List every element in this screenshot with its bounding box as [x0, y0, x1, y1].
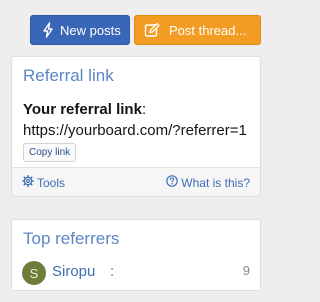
tools-link[interactable]: Tools — [22, 175, 65, 190]
bolt-icon — [42, 22, 54, 38]
question-circle-icon — [166, 175, 181, 190]
new-posts-label: New posts — [60, 22, 121, 38]
tools-label: Tools — [37, 175, 66, 190]
what-is-this-link[interactable]: What is this? — [166, 175, 250, 190]
what-is-this-label: What is this? — [181, 175, 250, 190]
edit-icon — [144, 22, 160, 38]
referrer-name[interactable]: Siropu — [52, 263, 95, 280]
avatar[interactable]: S — [22, 261, 46, 285]
post-thread-label: Post thread... — [169, 22, 247, 38]
referral-count: 9 — [242, 263, 250, 278]
referral-block-footer: Tools What is this? — [12, 167, 260, 196]
new-posts-button[interactable]: New posts — [30, 15, 130, 45]
list-item: S Siropu : 9 — [22, 261, 250, 285]
referral-link-block: Referral link Your referral link: https:… — [11, 56, 261, 197]
copy-link-button[interactable]: Copy link — [23, 143, 77, 162]
top-referrers-title: Top referrers — [23, 229, 120, 248]
post-thread-button[interactable]: Post thread... — [134, 15, 261, 45]
top-referrers-block: Top referrers S Siropu : 9 — [11, 219, 261, 291]
referrer-separator: : — [110, 263, 115, 280]
referral-link-label: Your referral link: — [23, 101, 147, 118]
gear-icon — [22, 175, 37, 190]
referral-link-title: Referral link — [23, 66, 114, 85]
referral-url: https://yourboard.com/?referrer=1 — [23, 122, 247, 139]
